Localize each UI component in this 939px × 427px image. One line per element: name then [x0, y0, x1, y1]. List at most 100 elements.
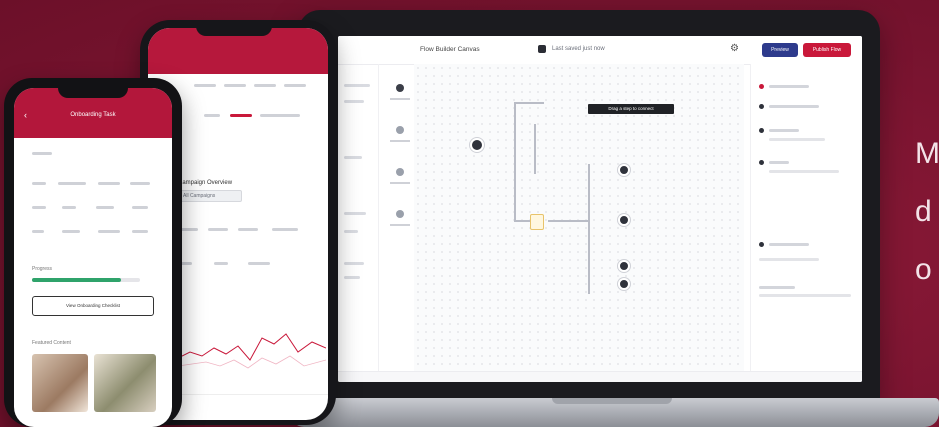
panel-dot-icon — [759, 160, 764, 165]
flow-node[interactable] — [618, 260, 630, 272]
node-palette-label — [390, 140, 410, 142]
stat-label — [238, 228, 258, 231]
progress-fill — [32, 278, 121, 282]
left-panel — [338, 64, 379, 382]
laptop-footer — [338, 371, 862, 382]
info-row — [32, 182, 156, 192]
node-palette-icon[interactable] — [396, 168, 404, 176]
info-cell — [62, 230, 80, 233]
connector-line — [548, 220, 588, 222]
panel-row — [769, 161, 789, 164]
info-cell — [32, 152, 52, 155]
connector-line — [588, 164, 590, 294]
panel-row — [769, 138, 825, 141]
left-panel-item[interactable] — [344, 276, 360, 279]
stat-label — [208, 228, 228, 231]
left-panel-item[interactable] — [344, 262, 364, 265]
panel-row — [769, 105, 819, 108]
info-cell — [32, 206, 46, 209]
headline-fragment: o — [915, 253, 932, 286]
status-dot-icon — [759, 84, 764, 89]
campaign-filter-label: All Campaigns — [183, 193, 216, 199]
node-palette-label — [390, 182, 410, 184]
left-panel-item[interactable] — [344, 230, 358, 233]
panel-dot-icon — [759, 128, 764, 133]
properties-panel — [750, 64, 862, 382]
node-palette-icon[interactable] — [396, 84, 404, 92]
info-cell — [132, 230, 148, 233]
gear-icon[interactable]: ⚙ — [730, 44, 740, 54]
info-cell — [32, 182, 46, 185]
left-panel-item[interactable] — [344, 156, 362, 159]
tab-item-active[interactable] — [230, 114, 252, 117]
info-row — [32, 206, 156, 216]
tab-item[interactable] — [284, 84, 306, 87]
tab-item[interactable] — [204, 114, 220, 117]
info-row — [32, 152, 156, 162]
panel-dot-icon — [759, 104, 764, 109]
left-panel-item[interactable] — [344, 84, 370, 87]
info-row — [32, 230, 156, 240]
stat-label — [214, 262, 228, 265]
info-cell — [58, 182, 86, 185]
laptop-screen: Flow Builder Canvas Last saved just now … — [338, 36, 862, 382]
phone-front-notch — [58, 86, 128, 98]
panel-row — [769, 129, 799, 132]
info-cell — [98, 230, 120, 233]
node-palette-label — [390, 224, 410, 226]
connector-line — [514, 102, 516, 220]
panel-row — [759, 286, 795, 289]
condition-node[interactable] — [530, 214, 544, 230]
left-panel-item[interactable] — [344, 100, 364, 103]
panel-row — [769, 170, 839, 173]
panel-row — [759, 258, 819, 261]
info-cell — [132, 206, 148, 209]
headline-fragment: d — [915, 195, 932, 228]
app-topbar: Flow Builder Canvas Last saved just now … — [338, 36, 862, 65]
phone-front-screen: ‹ Onboarding Task Progress View Onboardi… — [14, 88, 172, 427]
trend-line-series-b — [178, 355, 326, 369]
flow-node[interactable] — [470, 138, 484, 152]
info-cell — [62, 206, 76, 209]
checklist-button[interactable]: View Onboarding Checklist — [32, 296, 154, 316]
node-palette-icon[interactable] — [396, 126, 404, 134]
node-palette-icon[interactable] — [396, 210, 404, 218]
panel-row — [759, 294, 851, 297]
preview-button[interactable]: Preview — [762, 43, 798, 57]
trend-line-chart — [178, 333, 326, 369]
info-cell — [96, 206, 114, 209]
panel-dot-icon — [759, 242, 764, 247]
flow-canvas[interactable] — [414, 64, 744, 382]
tab-item[interactable] — [194, 84, 216, 87]
headline-fragment: M — [915, 137, 939, 170]
campaign-filter[interactable]: All Campaigns — [178, 190, 242, 202]
progress-label: Progress — [32, 266, 53, 272]
left-panel-item[interactable] — [344, 212, 366, 215]
info-cell — [32, 230, 44, 233]
gallery-image[interactable] — [32, 354, 88, 412]
info-cell — [130, 182, 150, 185]
node-palette-label — [390, 98, 410, 100]
flow-node[interactable] — [618, 214, 630, 226]
node-palette — [386, 64, 414, 382]
publish-button[interactable]: Publish Flow — [803, 43, 851, 57]
stat-label — [248, 262, 270, 265]
flag-icon — [538, 45, 546, 53]
flow-node[interactable] — [618, 278, 630, 290]
gallery-label: Featured Content — [32, 340, 71, 346]
trend-line-series-a — [178, 333, 326, 361]
tab-item[interactable] — [260, 114, 300, 117]
panel-row — [769, 85, 809, 88]
gallery-image[interactable] — [94, 354, 156, 412]
onboarding-progress-bar — [32, 278, 140, 282]
phone-back-notch — [196, 22, 272, 36]
flow-node[interactable] — [618, 164, 630, 176]
tab-item[interactable] — [254, 84, 276, 87]
campaign-title: Campaign Overview — [178, 180, 233, 186]
panel-row[interactable] — [769, 243, 809, 246]
onboarding-title: Onboarding Task — [70, 112, 116, 118]
stat-label — [272, 228, 298, 231]
save-status: Last saved just now — [552, 46, 605, 52]
tab-item[interactable] — [224, 84, 246, 87]
info-cell — [98, 182, 120, 185]
